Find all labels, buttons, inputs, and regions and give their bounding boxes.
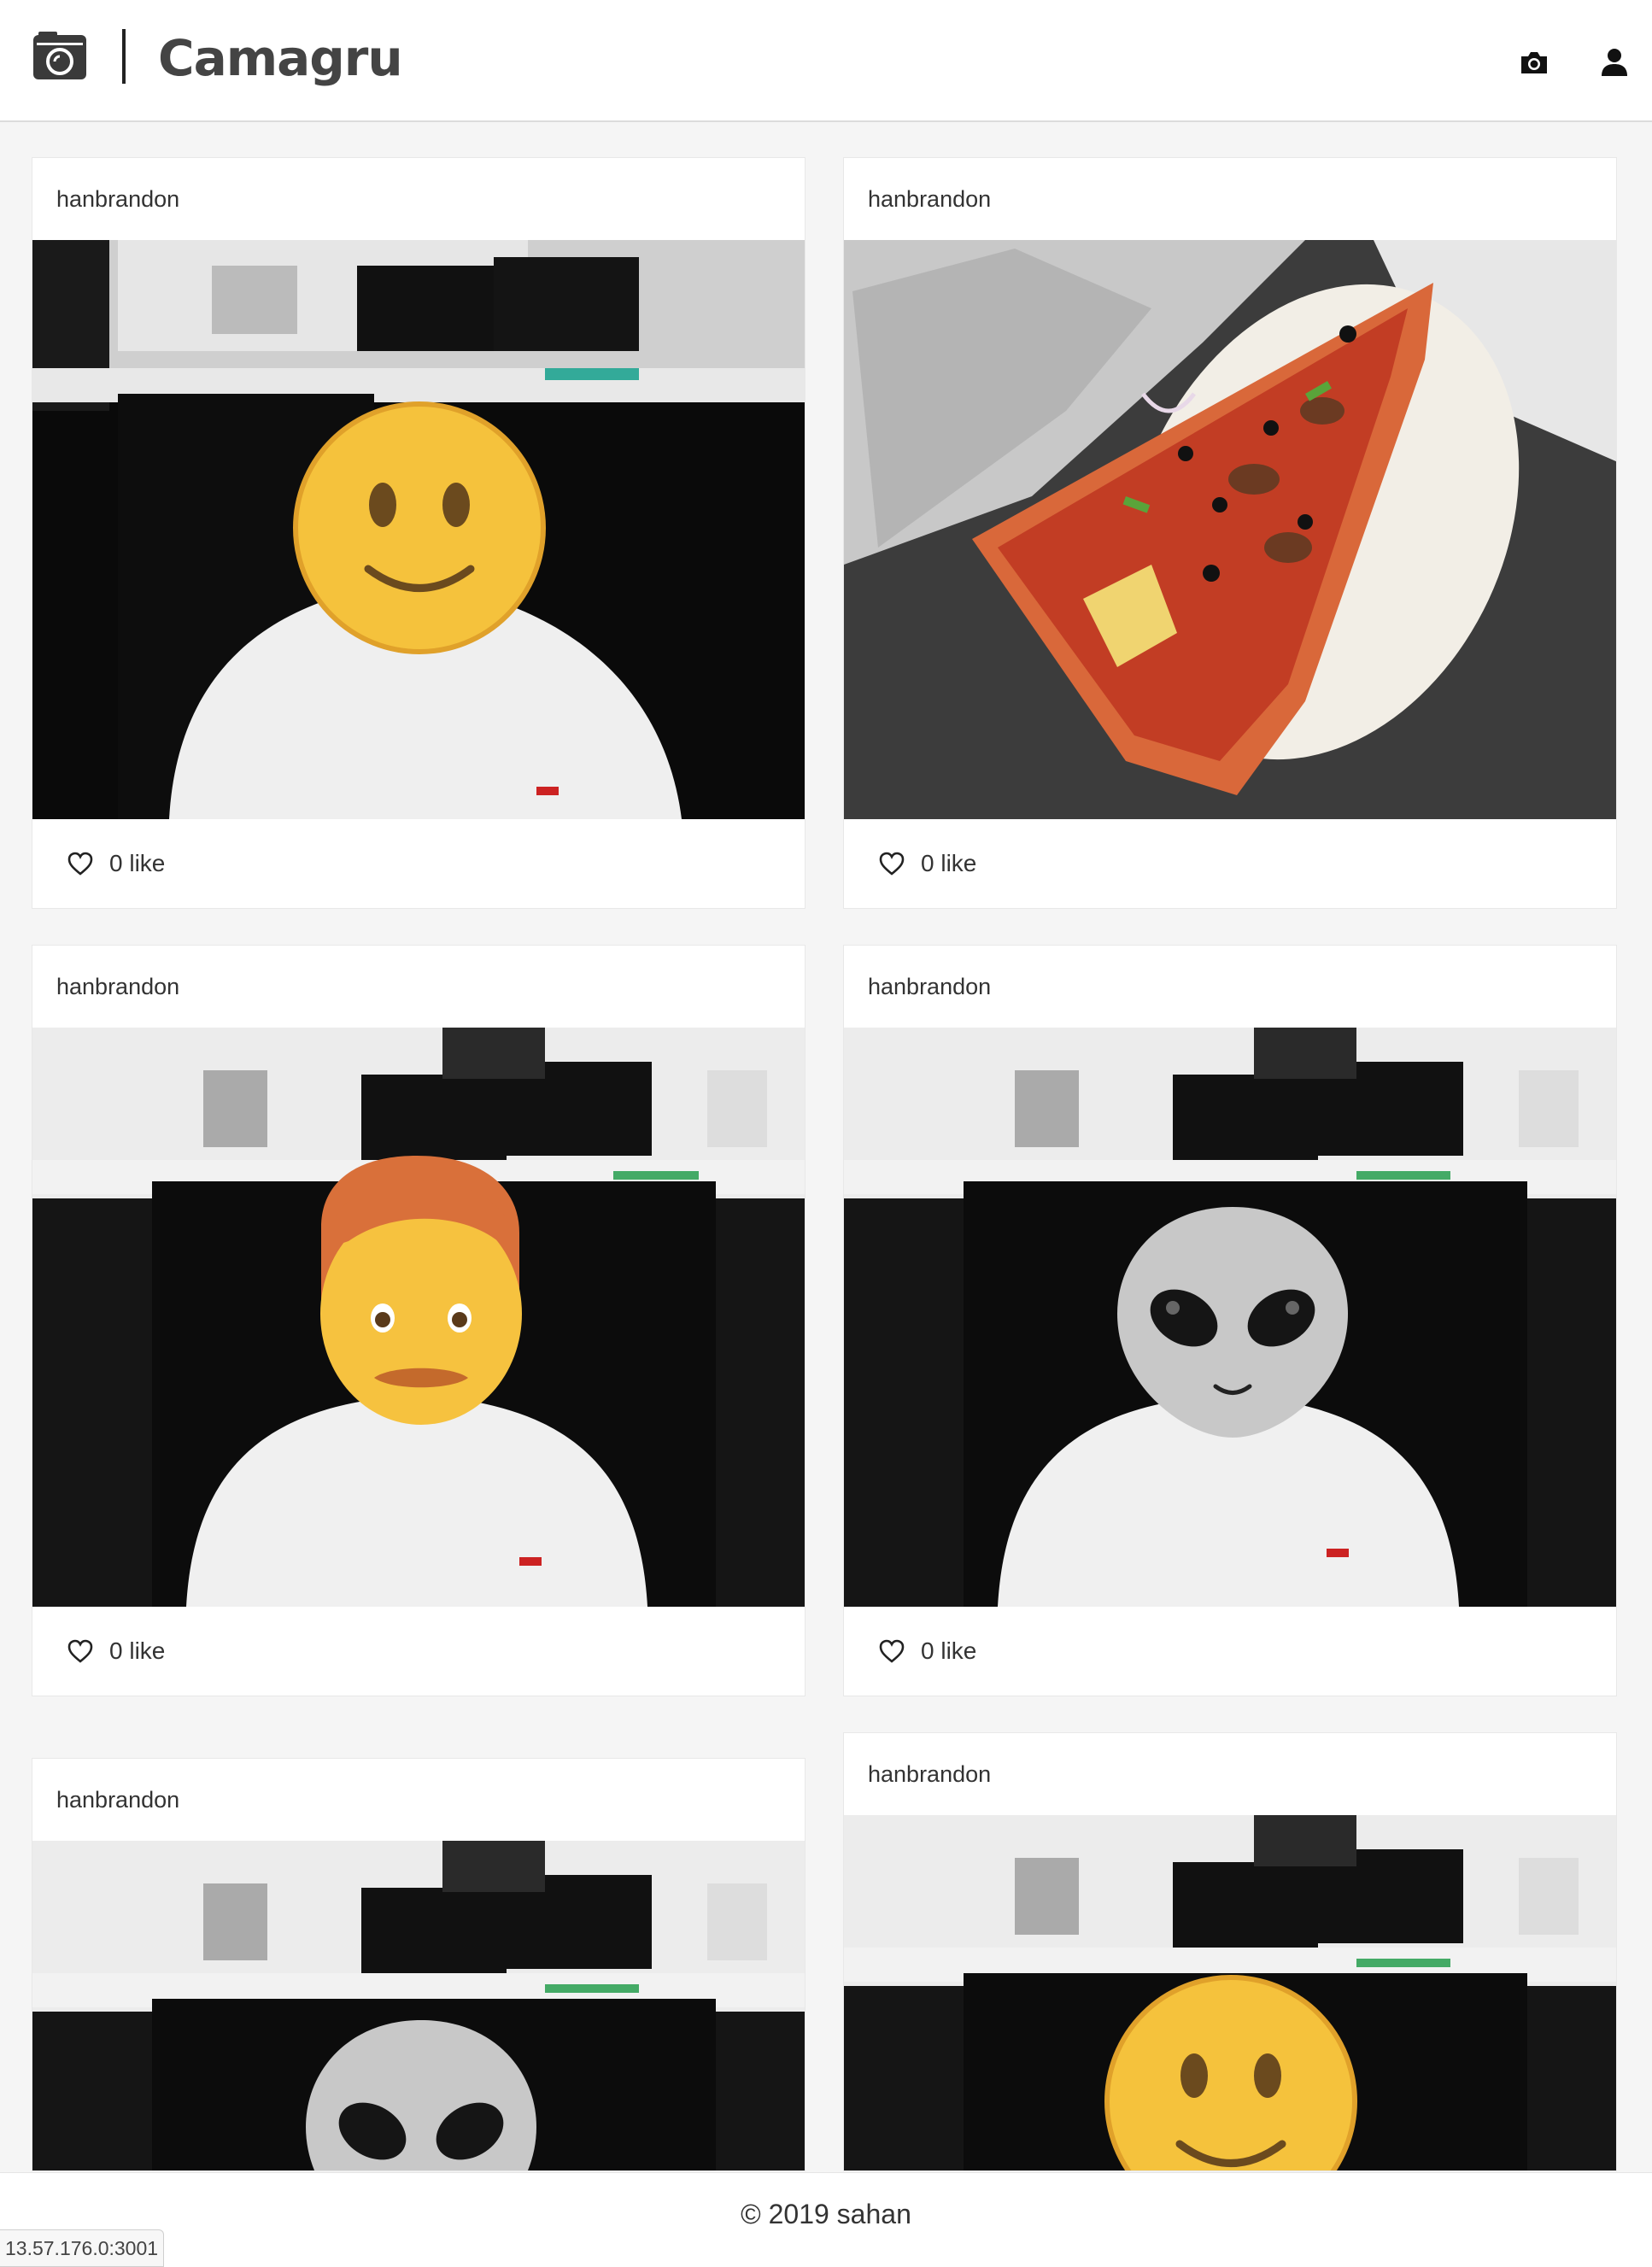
post-card: hanbrandon 0 like xyxy=(32,157,805,909)
like-count: 0 like xyxy=(109,850,166,876)
post-photo[interactable] xyxy=(32,240,805,819)
post-author[interactable]: hanbrandon xyxy=(844,158,1616,240)
post-likes: 0 like xyxy=(32,819,805,908)
post-likes: 0 like xyxy=(32,1607,805,1696)
user-icon[interactable] xyxy=(1599,47,1630,78)
like-count: 0 like xyxy=(109,1637,166,1664)
post-photo[interactable] xyxy=(32,1028,805,1607)
heart-icon[interactable] xyxy=(878,1638,905,1664)
post-photo[interactable] xyxy=(32,1841,805,2170)
like-count: 0 like xyxy=(921,850,977,876)
post-likes: 0 like xyxy=(844,819,1616,908)
post-card: hanbrandon 0 like xyxy=(32,945,805,1696)
post-card: hanbrandon 0 like xyxy=(843,945,1617,1696)
post-photo[interactable] xyxy=(844,240,1616,819)
like-count: 0 like xyxy=(921,1637,977,1664)
status-bar-url: 13.57.176.0:3001 xyxy=(0,2229,165,2267)
camera-icon[interactable] xyxy=(1519,47,1549,78)
post-author[interactable]: hanbrandon xyxy=(32,946,805,1028)
brand-divider xyxy=(122,29,126,84)
post-author[interactable]: hanbrandon xyxy=(844,1733,1616,1815)
post-card: hanbrandon xyxy=(843,1732,1617,2171)
heart-icon[interactable] xyxy=(67,851,94,876)
heart-icon[interactable] xyxy=(67,1638,94,1664)
post-author[interactable]: hanbrandon xyxy=(32,158,805,240)
post-likes: 0 like xyxy=(844,1607,1616,1696)
post-author[interactable]: hanbrandon xyxy=(844,946,1616,1028)
post-photo[interactable] xyxy=(844,1028,1616,1607)
copyright-text: © 2019 sahan xyxy=(741,2198,911,2229)
post-card: hanbrandon xyxy=(32,1758,805,2171)
camera-logo-icon[interactable] xyxy=(32,30,88,81)
heart-icon[interactable] xyxy=(878,851,905,876)
post-card: hanbrandon 0 like xyxy=(843,157,1617,909)
post-author[interactable]: hanbrandon xyxy=(32,1759,805,1841)
top-navbar: Camagru xyxy=(0,0,1652,122)
page-footer: © 2019 sahan xyxy=(0,2172,1652,2267)
brand-title[interactable]: Camagru xyxy=(158,26,403,91)
post-photo[interactable] xyxy=(844,1815,1616,2170)
